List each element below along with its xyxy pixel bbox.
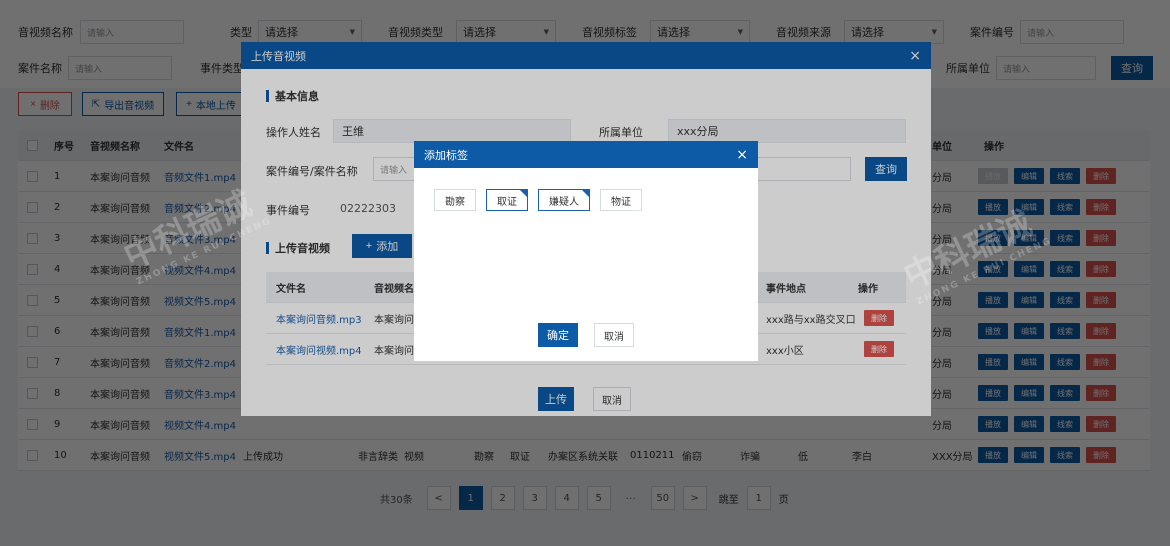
confirm-button[interactable]: 确定 xyxy=(538,323,578,347)
cancel-button[interactable]: 取消 xyxy=(594,323,634,347)
tag-modal-header: 添加标签 × xyxy=(414,141,758,168)
tag-option[interactable]: 勘察 xyxy=(434,189,476,211)
tag-option-selected[interactable]: 取证 xyxy=(486,189,528,211)
tag-option-selected[interactable]: 嫌疑人 xyxy=(538,189,590,211)
close-icon[interactable]: × xyxy=(736,147,748,163)
tag-modal-title: 添加标签 xyxy=(424,148,468,162)
